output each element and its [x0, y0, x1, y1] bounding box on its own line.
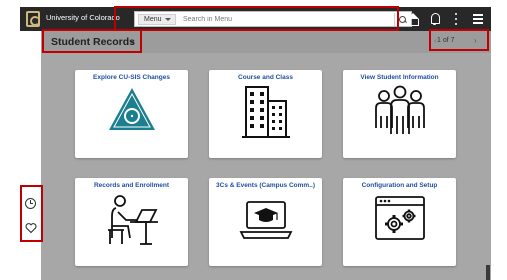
tile-title: 3Cs & Events (Campus Comm..) [216, 182, 315, 189]
navigator-menu-icon[interactable] [471, 12, 485, 26]
tile-title: View Student Information [360, 74, 439, 81]
window-gears-icon [374, 196, 425, 240]
left-rail-highlight-box [20, 185, 43, 242]
tile-title: Explore CU-SIS Changes [93, 74, 170, 81]
tile-configuration-and-setup[interactable]: Configuration and Setup [343, 178, 456, 266]
notifications-bell-icon[interactable] [428, 12, 442, 26]
brand-name: University of Colorado [46, 13, 120, 22]
title-highlight-box [42, 29, 142, 53]
tile-course-and-class[interactable]: Course and Class [209, 70, 322, 158]
tile-explore-cu-sis-changes[interactable]: Explore CU-SIS Changes [75, 70, 188, 158]
tile-title: Records and Enrollment [93, 182, 170, 189]
people-group-icon [374, 85, 425, 134]
app-frame: University of Colorado Menu Student Reco… [0, 0, 507, 280]
laptop-graduation-cap-icon [239, 201, 292, 239]
more-actions-icon[interactable] [449, 12, 463, 26]
tile-view-student-information[interactable]: View Student Information [343, 70, 456, 158]
search-highlight-box [114, 6, 399, 31]
cu-logo-icon[interactable] [26, 11, 40, 27]
compass-triangle-icon [108, 88, 155, 130]
left-rail [20, 31, 41, 280]
tile-records-and-enrollment[interactable]: Records and Enrollment [75, 178, 188, 266]
scrollbar-thumb[interactable] [486, 265, 490, 280]
pager-highlight-box [429, 29, 489, 51]
student-laptop-icon [107, 195, 158, 245]
buildings-icon [241, 86, 290, 138]
right-margin [491, 31, 507, 280]
tile-3cs-and-events[interactable]: 3Cs & Events (Campus Comm..) [209, 178, 322, 266]
tile-title: Configuration and Setup [361, 182, 438, 189]
home-icon[interactable] [406, 12, 420, 26]
tile-title: Course and Class [238, 74, 293, 81]
